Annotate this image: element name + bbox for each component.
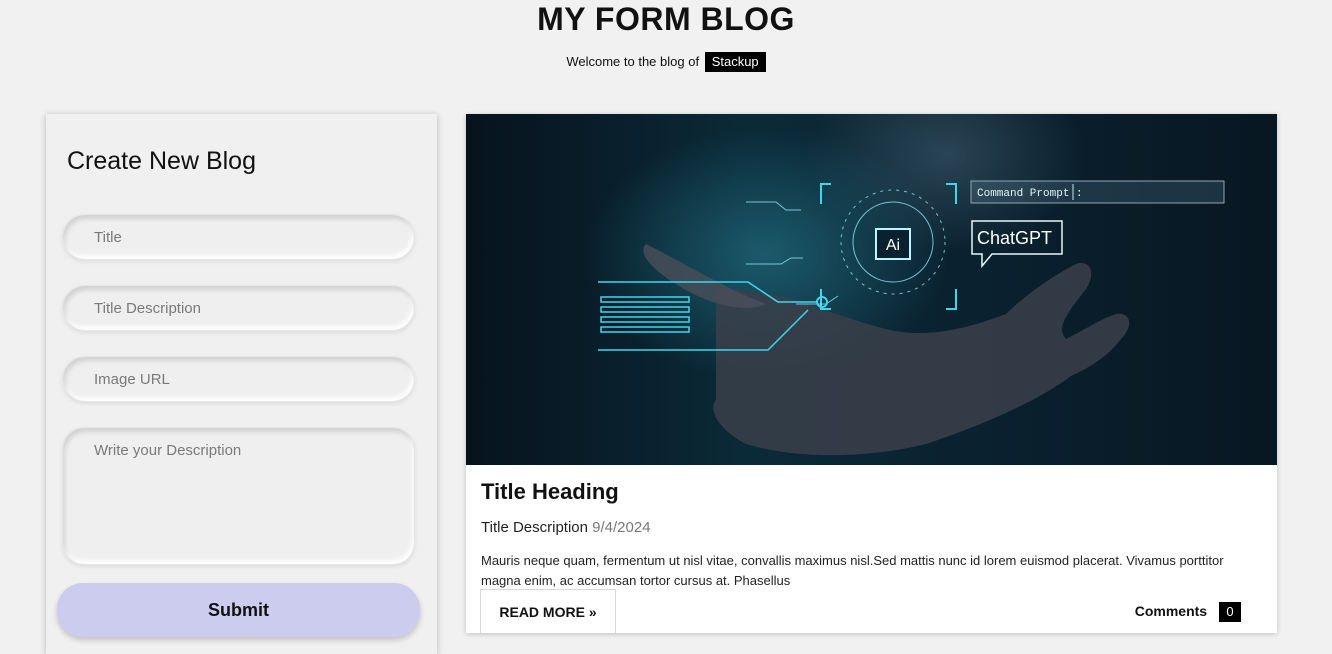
brand-badge: Stackup [704,52,766,72]
ai-chip-label: Ai [886,237,900,254]
post-meta: Title Description 9/4/2024 [481,518,651,538]
ai-hand-illustration: Ai Command Prompt : ChatGPT [598,180,1225,456]
blog-post-card: Ai Command Prompt : ChatGPT Title Headin… [466,114,1277,633]
title-field-wrapper [62,214,415,260]
title-description-input[interactable] [63,286,414,330]
body-field-wrapper [62,427,415,565]
site-subtitle: Welcome to the blog of Stackup [0,52,1332,72]
thumb-shape [643,244,766,308]
read-more-button[interactable]: READ MORE » [480,589,616,633]
subtitle-text: Welcome to the blog of [566,54,700,69]
comments[interactable]: Comments 0 [1135,600,1241,622]
description-field-wrapper [62,285,415,331]
description-textarea[interactable] [63,428,414,564]
form-heading: Create New Blog [67,147,256,175]
post-title: Title Heading [481,479,619,504]
image-url-input[interactable] [63,357,414,401]
post-date: 9/4/2024 [592,519,651,536]
title-input[interactable] [63,215,414,259]
command-prompt-label: Command Prompt : [977,188,1083,200]
comments-count-badge: 0 [1219,602,1241,622]
post-image: Ai Command Prompt : ChatGPT [466,114,1277,465]
submit-button[interactable]: Submit [57,583,420,637]
create-blog-form: Create New Blog Submit [46,114,437,654]
post-body: Mauris neque quam, fermentum ut nisl vit… [481,553,1224,588]
comments-label: Comments [1134,603,1208,619]
site-title: MY FORM BLOG [537,1,795,37]
chatgpt-bubble-label: ChatGPT [977,228,1052,248]
post-description: Title Description [481,519,588,536]
hand-shape [713,263,1130,456]
image-url-field-wrapper [62,356,415,402]
chip-traces [746,189,946,305]
